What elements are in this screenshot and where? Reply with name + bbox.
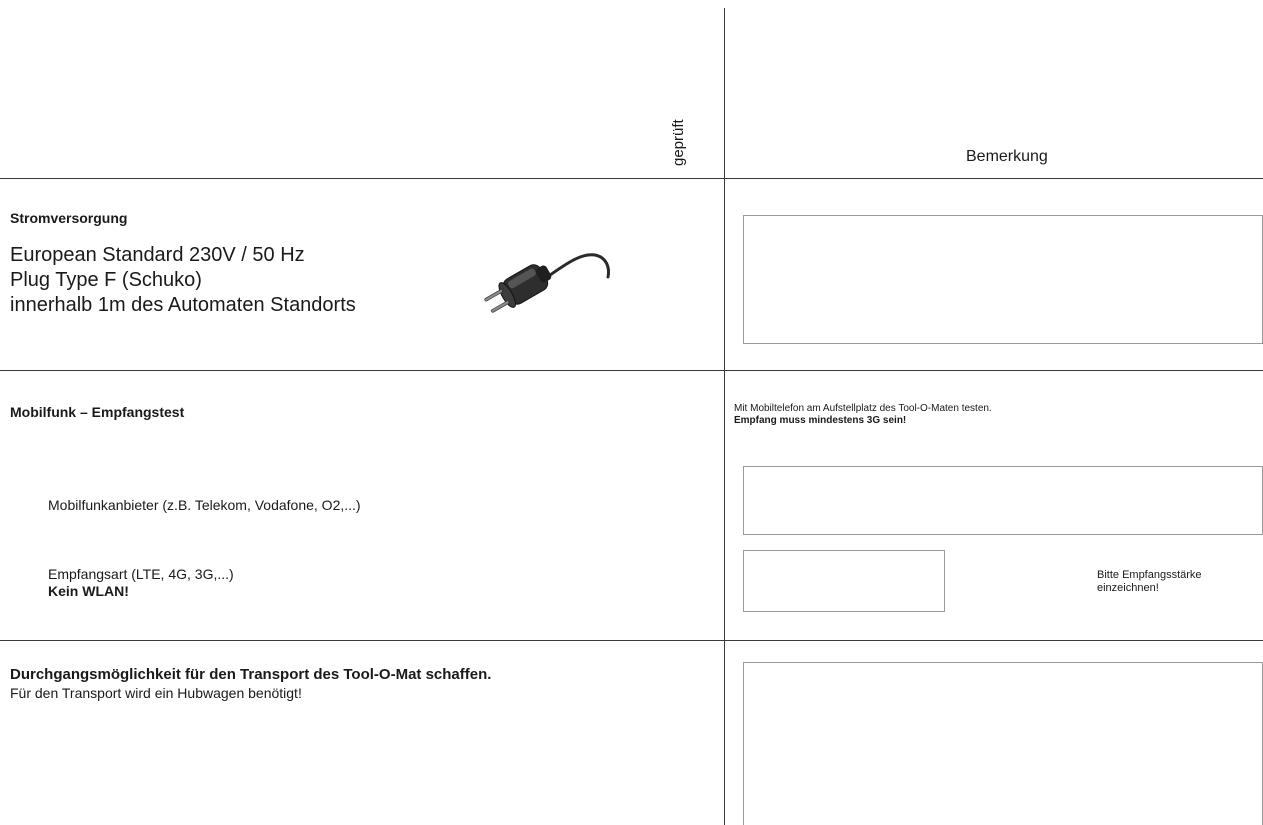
- signal-strength-hint-line: einzeichnen!: [1097, 582, 1159, 594]
- signal-strength-hint: Bitte Empfangsstärke einzeichnen!: [1097, 569, 1202, 595]
- section-divider-power: [0, 370, 1263, 371]
- power-heading: Stromversorgung: [10, 210, 128, 226]
- mobile-test-note: Mit Mobiltelefon am Aufstellplatz des To…: [734, 403, 992, 427]
- remarks-column-header: Bemerkung: [966, 148, 1048, 165]
- reception-type-text: Empfangsart (LTE, 4G, 3G,...): [48, 566, 234, 582]
- mobile-test-instruction: Mit Mobiltelefon am Aufstellplatz des To…: [734, 403, 992, 414]
- provider-label: Mobilfunkanbieter (z.B. Telekom, Vodafon…: [48, 497, 361, 513]
- column-divider: [724, 8, 725, 825]
- section-divider-mobile: [0, 640, 1263, 641]
- mobile-test-requirement: Empfang muss mindestens 3G sein!: [734, 415, 907, 426]
- power-spec-text: European Standard 230V / 50 Hz Plug Type…: [10, 243, 356, 318]
- reception-type-label: Empfangsart (LTE, 4G, 3G,...) Kein WLAN!: [48, 566, 234, 600]
- transport-heading: Durchgangsmöglichkeit für den Transport …: [10, 666, 492, 683]
- mobile-heading: Mobilfunk – Empfangstest: [10, 404, 185, 420]
- signal-strength-hint-line: Bitte Empfangsstärke: [1097, 569, 1202, 581]
- transport-subtext: Für den Transport wird ein Hubwagen benö…: [10, 685, 302, 701]
- power-remark-field[interactable]: [743, 215, 1263, 344]
- reception-type-input[interactable]: [743, 550, 945, 612]
- power-plug-icon: [480, 245, 620, 315]
- power-spec-line: innerhalb 1m des Automaten Standorts: [10, 294, 356, 316]
- header-divider: [0, 178, 1263, 179]
- no-wlan-note: Kein WLAN!: [48, 583, 129, 599]
- transport-remark-field[interactable]: [743, 662, 1263, 825]
- checked-column-header: geprüft: [670, 119, 687, 166]
- provider-input[interactable]: [743, 466, 1263, 535]
- power-spec-line: European Standard 230V / 50 Hz: [10, 244, 305, 266]
- power-spec-line: Plug Type F (Schuko): [10, 269, 202, 291]
